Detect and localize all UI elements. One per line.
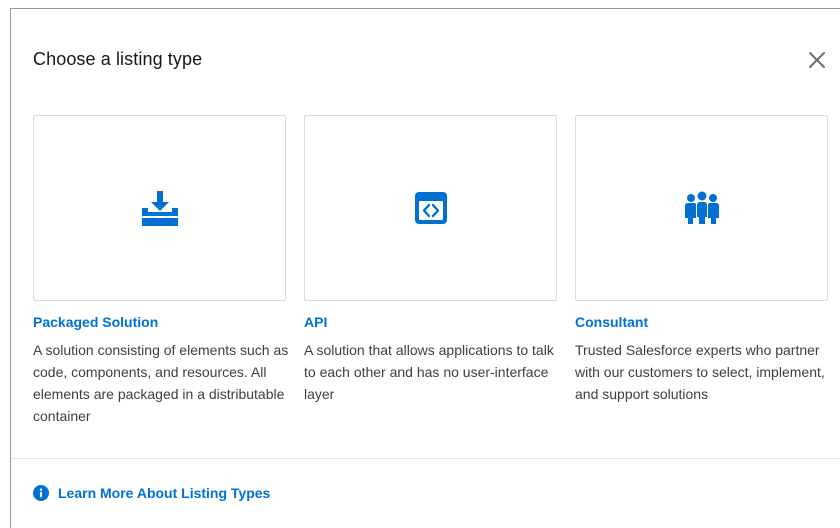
api-code-window-icon: [414, 192, 447, 224]
card-title-consultant[interactable]: Consultant: [575, 314, 648, 330]
card-api[interactable]: [304, 115, 557, 301]
package-download-icon: [141, 191, 178, 226]
card-description-packaged-solution: A solution consisting of elements such a…: [33, 342, 289, 424]
modal-title: Choose a listing type: [33, 49, 203, 69]
card-description-consultant: Trusted Salesforce experts who partner w…: [575, 342, 825, 402]
learn-more-link[interactable]: Learn More About Listing Types: [33, 485, 270, 501]
close-button[interactable]: [805, 48, 829, 72]
card-title-api[interactable]: API: [304, 314, 327, 330]
listing-type-modal: Choose a listing type Packaged Solution …: [10, 8, 840, 528]
people-group-icon: [684, 191, 719, 224]
learn-more-label[interactable]: Learn More About Listing Types: [58, 485, 270, 501]
footer-divider: [11, 458, 840, 459]
card-title-packaged-solution[interactable]: Packaged Solution: [33, 314, 158, 330]
card-packaged-solution[interactable]: [33, 115, 286, 301]
close-icon: [809, 52, 825, 68]
card-consultant[interactable]: [575, 115, 828, 301]
info-icon: [33, 485, 49, 501]
card-description-api: A solution that allows applications to t…: [304, 342, 554, 402]
